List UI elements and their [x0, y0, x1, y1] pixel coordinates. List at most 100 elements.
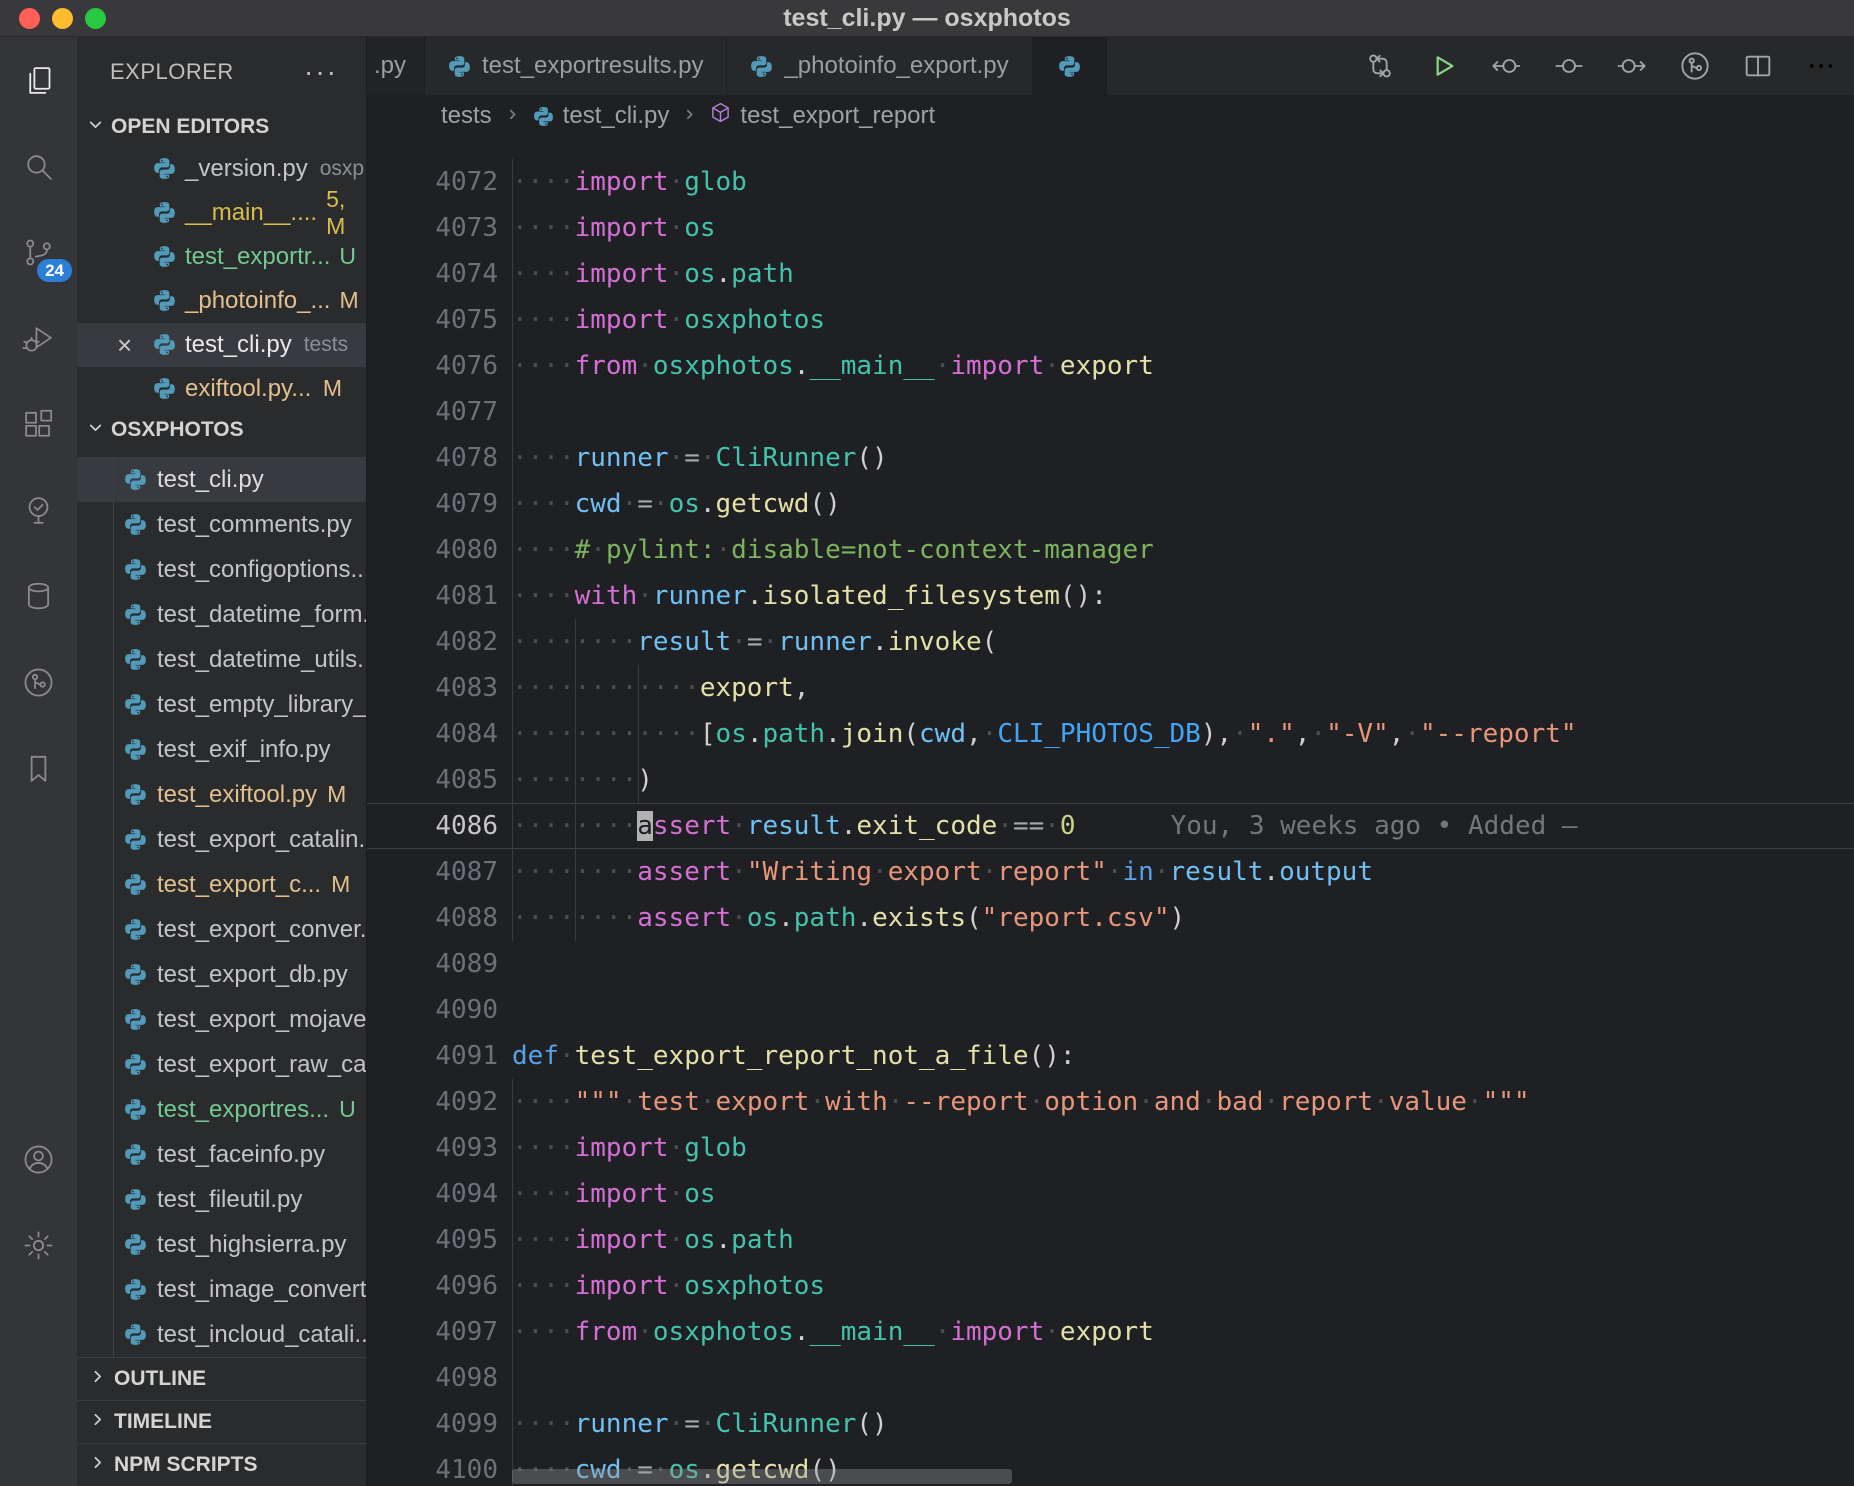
- file-tree-item[interactable]: test_datetime_form...: [77, 592, 366, 637]
- file-tree-item[interactable]: test_fileutil.py: [77, 1177, 366, 1222]
- breadcrumb-item[interactable]: test_cli.py: [533, 102, 670, 130]
- more-actions-icon[interactable]: ···: [304, 56, 338, 88]
- code-line[interactable]: 4088········assert·os.path.exists("repor…: [367, 895, 1854, 941]
- python-file-icon: [124, 918, 147, 941]
- indent-guide: [512, 1079, 513, 1486]
- file-tree-item[interactable]: test_datetime_utils....: [77, 637, 366, 682]
- file-label: test_exportres...: [157, 1096, 329, 1124]
- file-tree-item[interactable]: test_export_raw_ca...: [77, 1042, 366, 1087]
- horizontal-scrollbar[interactable]: [512, 1469, 1012, 1484]
- code-line[interactable]: 4080····#·pylint:·disable=not-context-ma…: [367, 527, 1854, 573]
- code-line[interactable]: 4083············export,: [367, 665, 1854, 711]
- git-status-badge: M: [331, 871, 350, 898]
- database-icon[interactable]: [0, 553, 77, 639]
- file-tree: test_cli.pytest_comments.pytest_configop…: [77, 457, 366, 1357]
- code-line[interactable]: 4095····import·os.path: [367, 1217, 1854, 1263]
- minimize-window-button[interactable]: [52, 8, 73, 29]
- code-line[interactable]: 4082········result·=·runner.invoke(: [367, 619, 1854, 665]
- project-section-header[interactable]: OSXPHOTOS: [77, 411, 366, 451]
- python-file-icon: [124, 828, 147, 851]
- code-line[interactable]: 4094····import·os: [367, 1171, 1854, 1217]
- code-line[interactable]: 4072····import·glob: [367, 159, 1854, 205]
- sidebar-section-outline[interactable]: OUTLINE: [77, 1357, 366, 1400]
- code-editor[interactable]: 4072····import·glob4073····import·os4074…: [367, 137, 1854, 1486]
- open-editor-item[interactable]: __main__....5, M: [77, 191, 366, 235]
- tab-_photoinfo_export.py[interactable]: _photoinfo_export.py: [727, 37, 1032, 95]
- commit-graph-icon[interactable]: [1679, 50, 1711, 82]
- code-line[interactable]: 4089: [367, 941, 1854, 987]
- code-line[interactable]: 4090: [367, 987, 1854, 1033]
- file-tree-item[interactable]: test_exif_info.py: [77, 727, 366, 772]
- code-line[interactable]: 4097····from·osxphotos.__main__·import·e…: [367, 1309, 1854, 1355]
- file-tree-item[interactable]: test_export_conver...: [77, 907, 366, 952]
- tab-test_exportresults.py[interactable]: test_exportresults.py: [425, 37, 727, 95]
- source-control-icon[interactable]: 24: [0, 209, 77, 295]
- file-label: __main__....: [185, 199, 317, 227]
- breadcrumb-item[interactable]: tests: [441, 102, 492, 130]
- code-line[interactable]: 4092····"""·test·export·with·--report·op…: [367, 1079, 1854, 1125]
- sidebar-section-timeline[interactable]: TIMELINE: [77, 1400, 366, 1443]
- file-tree-item[interactable]: test_highsierra.py: [77, 1222, 366, 1267]
- testing-tree-icon[interactable]: [0, 467, 77, 553]
- file-tree-item[interactable]: test_exportres...U: [77, 1087, 366, 1132]
- file-tree-item[interactable]: test_export_mojave...: [77, 997, 366, 1042]
- tab-partial[interactable]: .py: [367, 37, 425, 95]
- open-editor-item[interactable]: exiftool.py...M: [77, 367, 366, 411]
- code-line[interactable]: 4075····import·osxphotos: [367, 297, 1854, 343]
- file-tree-item[interactable]: test_faceinfo.py: [77, 1132, 366, 1177]
- code-line[interactable]: 4096····import·osxphotos: [367, 1263, 1854, 1309]
- commit-graph-icon[interactable]: [0, 639, 77, 725]
- tab-active-icon-only[interactable]: [1033, 37, 1107, 95]
- code-line[interactable]: 4086········assert·result.exit_code·==·0…: [367, 803, 1854, 849]
- code-line[interactable]: 4098: [367, 1355, 1854, 1401]
- code-line[interactable]: 4091def·test_export_report_not_a_file():: [367, 1033, 1854, 1079]
- explorer-icon[interactable]: [0, 37, 77, 123]
- file-tree-item[interactable]: test_export_db.py: [77, 952, 366, 997]
- code-line[interactable]: 4074····import·os.path: [367, 251, 1854, 297]
- code-line[interactable]: 4078····runner·=·CliRunner(): [367, 435, 1854, 481]
- close-icon[interactable]: ×: [117, 332, 144, 358]
- code-line[interactable]: 4076····from·osxphotos.__main__·import·e…: [367, 343, 1854, 389]
- file-tree-item[interactable]: test_empty_library_...: [77, 682, 366, 727]
- split-editor-icon[interactable]: [1742, 50, 1774, 82]
- open-editor-item[interactable]: _version.pyosxp...: [77, 147, 366, 191]
- code-line[interactable]: 4085········): [367, 757, 1854, 803]
- sidebar-section-npm-scripts[interactable]: NPM SCRIPTS: [77, 1443, 366, 1486]
- file-tree-item[interactable]: test_export_c...M: [77, 862, 366, 907]
- search-icon[interactable]: [0, 123, 77, 209]
- file-tree-item[interactable]: test_incloud_catali...: [77, 1312, 366, 1357]
- file-tree-item[interactable]: test_comments.py: [77, 502, 366, 547]
- open-editor-item[interactable]: ×test_cli.pytests: [77, 323, 366, 367]
- compare-changes-icon[interactable]: [1364, 50, 1396, 82]
- bookmarks-icon[interactable]: [0, 725, 77, 811]
- run-and-debug-icon[interactable]: [0, 295, 77, 381]
- file-tree-item[interactable]: test_image_convert...: [77, 1267, 366, 1312]
- file-tree-item[interactable]: test_configoptions....: [77, 547, 366, 592]
- zoom-window-button[interactable]: [85, 8, 106, 29]
- code-line[interactable]: 4073····import·os: [367, 205, 1854, 251]
- code-line[interactable]: 4077: [367, 389, 1854, 435]
- file-tree-item[interactable]: test_exiftool.pyM: [77, 772, 366, 817]
- run-python-file-icon[interactable]: [1427, 50, 1459, 82]
- open-next-change-icon[interactable]: [1616, 50, 1648, 82]
- code-line[interactable]: 4081····with·runner.isolated_filesystem(…: [367, 573, 1854, 619]
- open-editor-item[interactable]: _photoinfo_...M: [77, 279, 366, 323]
- open-editors-section-header[interactable]: OPEN EDITORS: [77, 107, 366, 147]
- settings-gear-icon[interactable]: [0, 1202, 77, 1288]
- more-actions-icon[interactable]: [1805, 50, 1837, 82]
- extensions-icon[interactable]: [0, 381, 77, 467]
- breadcrumb-item[interactable]: test_export_report: [710, 102, 935, 130]
- code-line[interactable]: 4099····runner·=·CliRunner(): [367, 1401, 1854, 1447]
- code-line[interactable]: 4093····import·glob: [367, 1125, 1854, 1171]
- close-window-button[interactable]: [19, 8, 40, 29]
- account-icon[interactable]: [0, 1116, 77, 1202]
- open-previous-change-icon[interactable]: [1490, 50, 1522, 82]
- code-line[interactable]: 4079····cwd·=·os.getcwd(): [367, 481, 1854, 527]
- line-number: 4094: [367, 1171, 498, 1217]
- open-editor-item[interactable]: test_exportr...U: [77, 235, 366, 279]
- file-tree-item[interactable]: test_export_catalin...: [77, 817, 366, 862]
- open-changes-icon[interactable]: [1553, 50, 1585, 82]
- file-tree-item[interactable]: test_cli.py: [77, 457, 366, 502]
- code-line[interactable]: 4087········assert·"Writing·export·repor…: [367, 849, 1854, 895]
- code-line[interactable]: 4084············[os.path.join(cwd,·CLI_P…: [367, 711, 1854, 757]
